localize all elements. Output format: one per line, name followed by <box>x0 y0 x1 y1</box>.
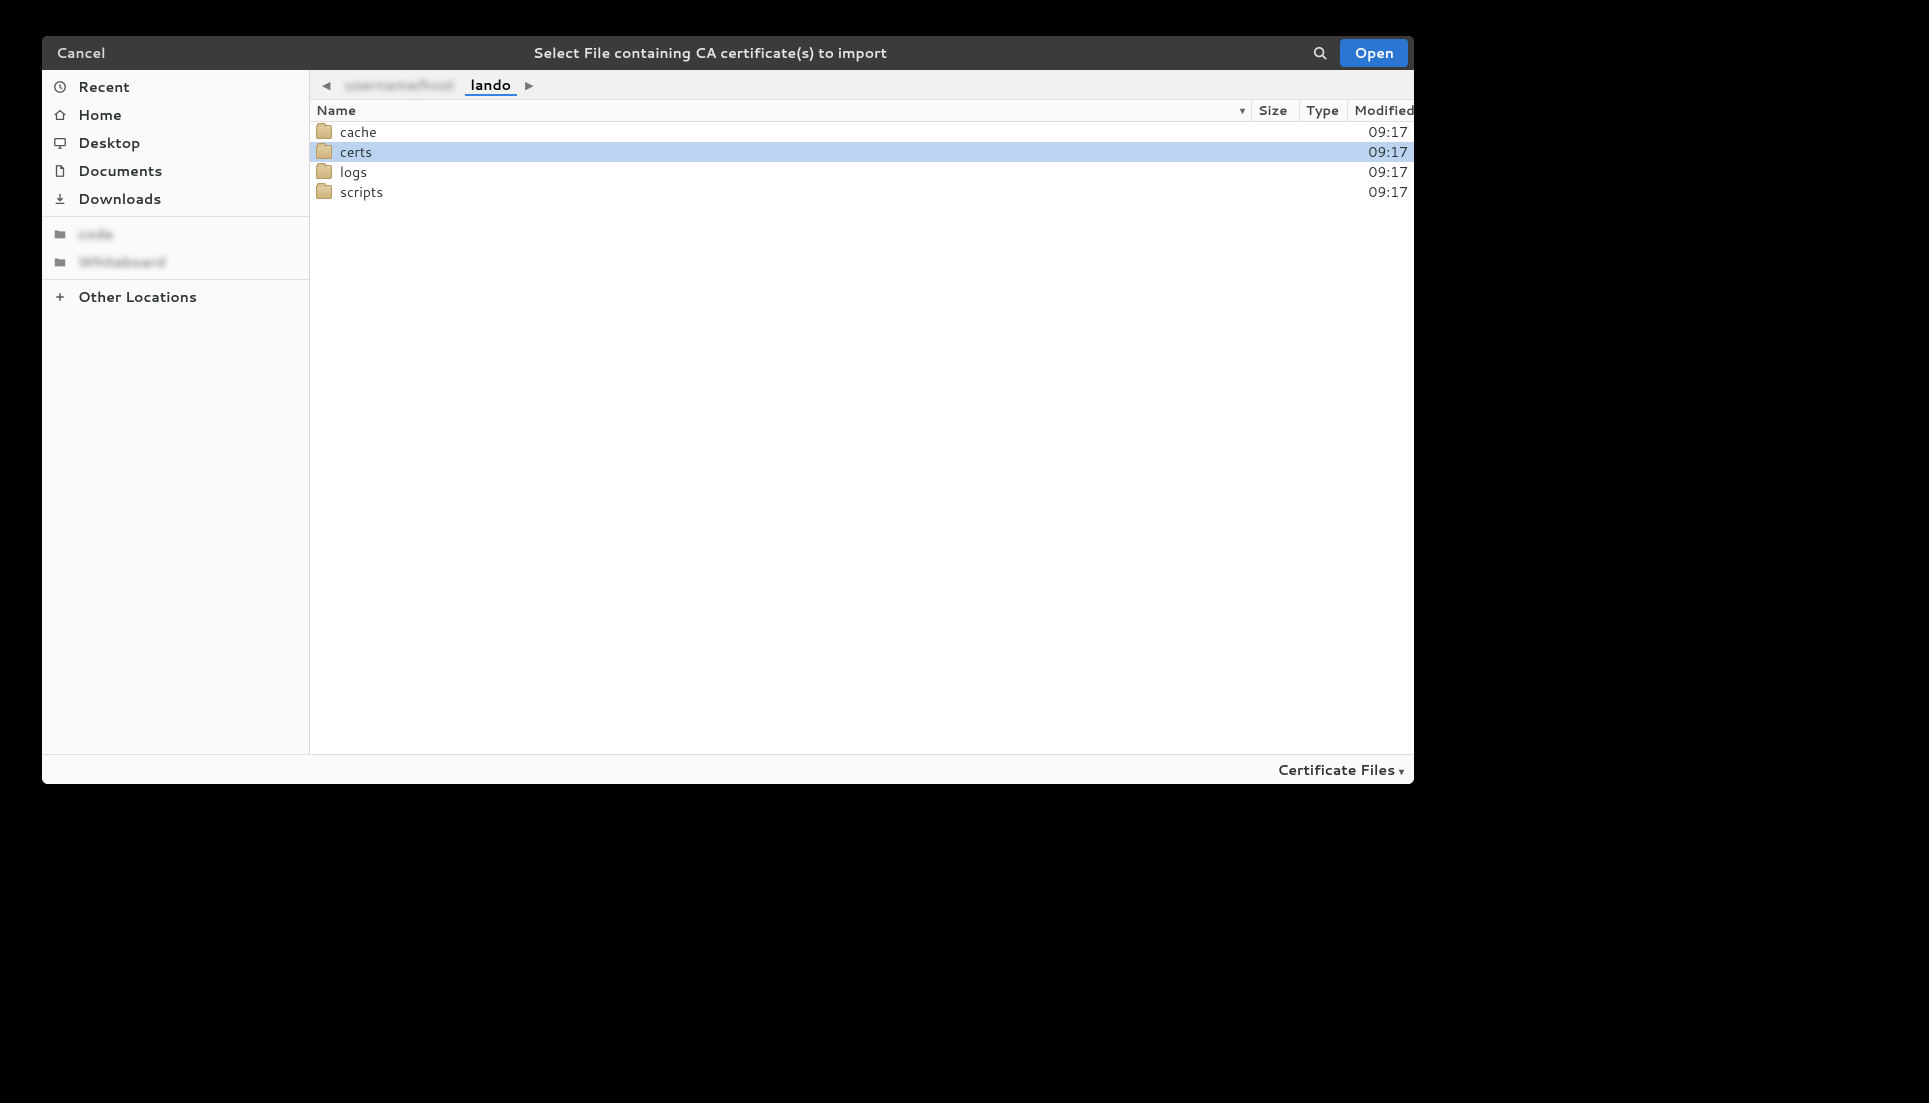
folder-icon <box>316 145 332 159</box>
sidebar-item-label: Whiteboard <box>78 252 166 272</box>
column-header-type[interactable]: Type <box>1300 100 1348 121</box>
folder-icon <box>316 165 332 179</box>
sidebar-item-bookmark[interactable]: Whiteboard <box>42 248 309 276</box>
file-modified: 09:17 <box>1348 182 1414 202</box>
sidebar-item-other-locations[interactable]: Other Locations <box>42 283 309 311</box>
path-segment[interactable]: username/host <box>338 71 460 99</box>
clock-icon <box>52 80 68 94</box>
file-row[interactable]: scripts 09:17 <box>310 182 1414 202</box>
sidebar-item-desktop[interactable]: Desktop <box>42 129 309 157</box>
sidebar-bookmarks: code Whiteboard <box>42 217 309 280</box>
column-header-size[interactable]: Size <box>1252 100 1300 121</box>
file-row[interactable]: certs 09:17 <box>310 142 1414 162</box>
sidebar: Recent Home Desktop <box>42 70 310 754</box>
sidebar-item-recent[interactable]: Recent <box>42 73 309 101</box>
dialog-body: Recent Home Desktop <box>42 70 1414 754</box>
dialog-title: Select File containing CA certificate(s)… <box>114 43 1307 63</box>
file-row[interactable]: logs 09:17 <box>310 162 1414 182</box>
sidebar-item-downloads[interactable]: Downloads <box>42 185 309 213</box>
filter-dropdown[interactable]: Certificate Files ▾ <box>1277 760 1404 780</box>
titlebar: Cancel Select File containing CA certifi… <box>42 36 1414 70</box>
sidebar-item-label: Documents <box>78 161 162 181</box>
sidebar-item-label: Desktop <box>78 133 140 153</box>
file-list: cache 09:17 certs 09:17 logs 09:17 <box>310 122 1414 754</box>
folder-icon <box>52 255 68 269</box>
sidebar-item-label: code <box>78 224 113 244</box>
file-name: certs <box>340 142 372 162</box>
sidebar-item-label: Home <box>78 105 122 125</box>
search-icon <box>1313 46 1327 60</box>
file-name: logs <box>340 162 367 182</box>
sidebar-item-home[interactable]: Home <box>42 101 309 129</box>
download-icon <box>52 192 68 206</box>
main-pane: ◀ username/host lando ▶ Name ▾ Size Type… <box>310 70 1414 754</box>
path-back-icon[interactable]: ◀ <box>318 77 334 93</box>
pathbar: ◀ username/host lando ▶ <box>310 70 1414 100</box>
folder-icon <box>52 227 68 241</box>
file-modified: 09:17 <box>1348 142 1414 162</box>
file-row[interactable]: cache 09:17 <box>310 122 1414 142</box>
sidebar-places: Recent Home Desktop <box>42 70 309 217</box>
open-button[interactable]: Open <box>1340 39 1408 67</box>
filter-label: Certificate Files <box>1277 760 1395 780</box>
sort-indicator-icon: ▾ <box>1240 104 1245 118</box>
folder-icon <box>316 185 332 199</box>
file-name: cache <box>340 122 377 142</box>
file-chooser-dialog: Cancel Select File containing CA certifi… <box>42 36 1414 784</box>
column-header-label: Name <box>316 102 356 120</box>
home-icon <box>52 108 68 122</box>
sidebar-item-label: Downloads <box>78 189 161 209</box>
path-forward-icon: ▶ <box>521 77 537 93</box>
file-name: scripts <box>340 182 383 202</box>
file-modified: 09:17 <box>1348 122 1414 142</box>
folder-icon <box>316 125 332 139</box>
column-headers: Name ▾ Size Type Modified <box>310 100 1414 122</box>
column-header-modified[interactable]: Modified <box>1348 100 1414 121</box>
plus-icon <box>52 291 68 303</box>
search-button[interactable] <box>1306 40 1334 66</box>
desktop-icon <box>52 136 68 150</box>
footer: Certificate Files ▾ <box>42 754 1414 784</box>
path-active-indicator <box>465 94 518 96</box>
file-modified: 09:17 <box>1348 162 1414 182</box>
sidebar-item-label: Other Locations <box>78 287 197 307</box>
cancel-button[interactable]: Cancel <box>48 39 114 67</box>
sidebar-item-bookmark[interactable]: code <box>42 220 309 248</box>
sidebar-item-label: Recent <box>78 77 130 97</box>
chevron-down-icon: ▾ <box>1399 765 1404 779</box>
sidebar-other: Other Locations <box>42 280 309 314</box>
document-icon <box>52 164 68 178</box>
sidebar-item-documents[interactable]: Documents <box>42 157 309 185</box>
column-header-name[interactable]: Name ▾ <box>310 100 1252 121</box>
